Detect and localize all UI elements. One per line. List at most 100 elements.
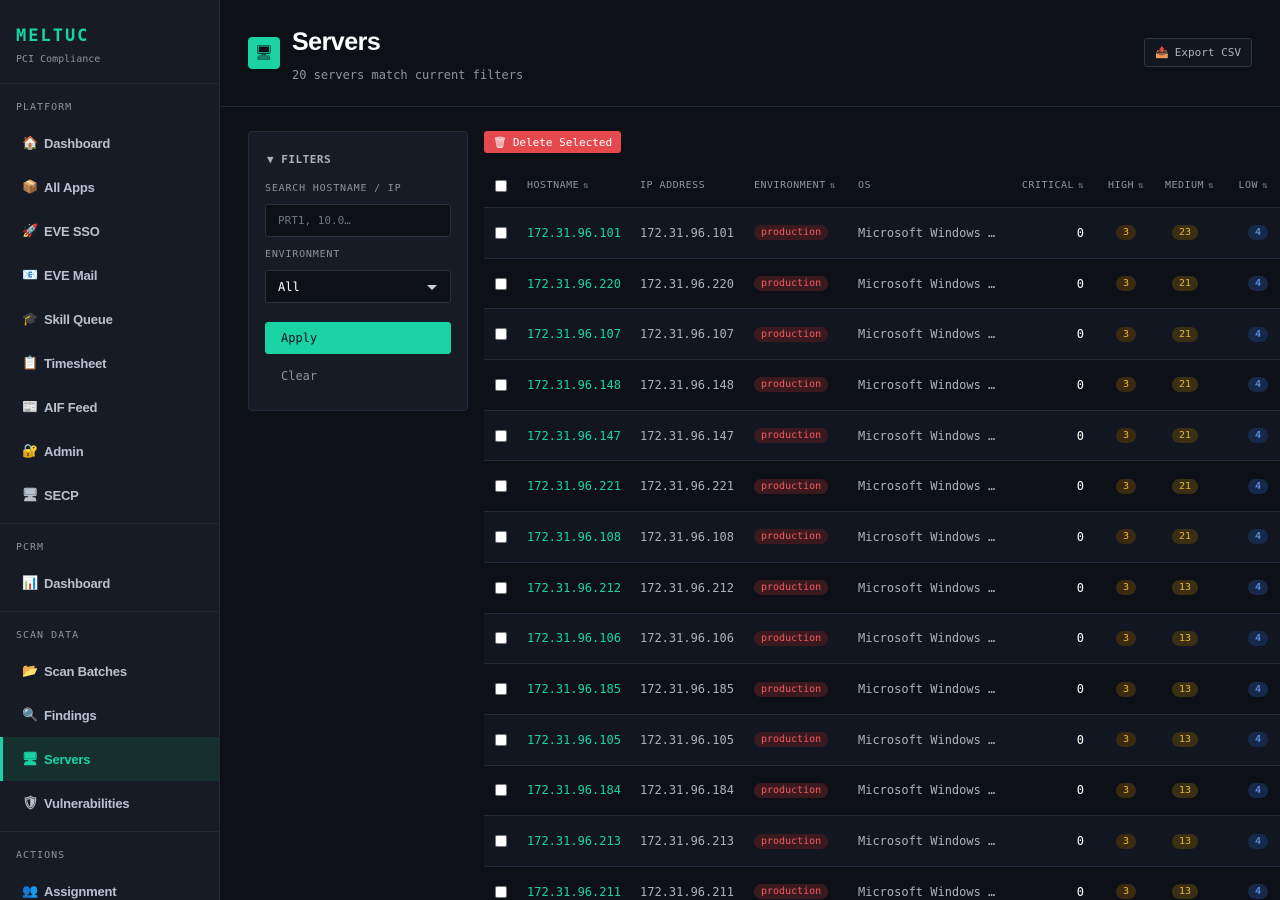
row-checkbox[interactable]	[495, 530, 507, 543]
clear-button[interactable]: Clear	[281, 369, 317, 383]
sidebar-item-label: Scan Batches	[44, 663, 127, 679]
sidebar-item-label: Servers	[44, 751, 91, 767]
sidebar-item-all-apps[interactable]: 📦 All Apps	[0, 165, 219, 209]
table-row[interactable]: 172.31.96.105 172.31.96.105 production M…	[484, 714, 1280, 766]
column-critical[interactable]: CRITICAL ⇅	[994, 164, 1084, 207]
medium-cell: 21	[1154, 411, 1214, 461]
row-checkbox[interactable]	[495, 885, 507, 898]
table-row[interactable]: 172.31.96.101 172.31.96.101 production M…	[484, 208, 1280, 259]
row-checkbox[interactable]	[495, 226, 507, 239]
low-cell: 4	[1224, 816, 1268, 866]
table-row[interactable]: 172.31.96.106 172.31.96.106 production M…	[484, 613, 1280, 665]
column-low[interactable]: LOW ⇅	[1224, 164, 1268, 207]
table-row[interactable]: 172.31.96.108 172.31.96.108 production M…	[484, 512, 1280, 563]
hostname-link[interactable]: 172.31.96.108	[527, 530, 621, 544]
filters-title[interactable]: ▼ FILTERS	[267, 153, 331, 166]
row-checkbox[interactable]	[495, 328, 507, 341]
hostname-link[interactable]: 172.31.96.148	[527, 378, 621, 392]
table-row[interactable]: 172.31.96.184 172.31.96.184 production M…	[484, 766, 1280, 817]
apply-button[interactable]: Apply	[265, 322, 451, 354]
table-row[interactable]: 172.31.96.107 172.31.96.107 production M…	[484, 309, 1280, 361]
environment-cell: production	[754, 360, 829, 410]
row-checkbox[interactable]	[495, 378, 507, 391]
row-checkbox[interactable]	[495, 835, 507, 848]
critical-count: 0	[1076, 884, 1084, 899]
sidebar-item-findings[interactable]: 🔍 Findings	[0, 693, 219, 737]
hostname-link[interactable]: 172.31.96.106	[527, 631, 621, 645]
row-checkbox[interactable]	[495, 683, 507, 696]
export-csv-button[interactable]: 📤 Export CSV	[1144, 38, 1252, 67]
sidebar-item-scan-batches[interactable]: 📂 Scan Batches	[0, 649, 219, 693]
sidebar-item-eve-mail[interactable]: 📧 EVE Mail	[0, 253, 219, 297]
column-high[interactable]: HIGH ⇅	[1094, 164, 1144, 207]
hostname-link[interactable]: 172.31.96.184	[527, 783, 621, 797]
sidebar-item-skill-queue[interactable]: 🎓 Skill Queue	[0, 297, 219, 341]
row-checkbox[interactable]	[495, 480, 507, 493]
critical-cell: 0	[994, 259, 1084, 309]
row-checkbox[interactable]	[495, 733, 507, 746]
sidebar-item-dashboard[interactable]: 🏠 Dashboard	[0, 121, 219, 165]
hostname-link[interactable]: 172.31.96.105	[527, 733, 621, 747]
column-high-label: HIGH	[1107, 180, 1135, 191]
column-medium[interactable]: MEDIUM ⇅	[1154, 164, 1214, 207]
hostname-link[interactable]: 172.31.96.213	[527, 834, 621, 848]
sidebar-item-secp[interactable]: 🖥 SECP	[0, 473, 219, 517]
hostname-link[interactable]: 172.31.96.107	[527, 327, 621, 341]
delete-selected-button[interactable]: 🗑 Delete Selected	[484, 131, 621, 153]
sidebar-item-servers[interactable]: 🖥 Servers	[0, 737, 219, 781]
environment-select[interactable]: All	[265, 270, 451, 303]
hostname-link[interactable]: 172.31.96.220	[527, 277, 621, 291]
ip-address: 172.31.96.184	[640, 783, 734, 798]
brand-name[interactable]: MELTUC	[16, 26, 203, 46]
table-row[interactable]: 172.31.96.147 172.31.96.147 production M…	[484, 410, 1280, 462]
sidebar-item-assignment[interactable]: 👥 Assignment	[0, 869, 219, 900]
hostname-link[interactable]: 172.31.96.211	[527, 885, 621, 899]
column-hostname[interactable]: HOSTNAME ⇅	[527, 164, 589, 207]
sidebar-item-timesheet[interactable]: 📋 Timesheet	[0, 341, 219, 385]
ip-address: 172.31.96.148	[640, 377, 734, 392]
column-environment[interactable]: ENVIRONMENT ⇅	[754, 164, 836, 207]
sidebar-item-aif-feed[interactable]: 📰 AIF Feed	[0, 385, 219, 429]
hostname-cell: 172.31.96.106	[527, 614, 621, 664]
row-checkbox[interactable]	[495, 429, 507, 442]
row-checkbox[interactable]	[495, 277, 507, 290]
hostname-link[interactable]: 172.31.96.101	[527, 226, 621, 240]
table-row[interactable]: 172.31.96.221 172.31.96.221 production M…	[484, 461, 1280, 513]
row-checkbox[interactable]	[495, 581, 507, 594]
search-input[interactable]	[265, 204, 451, 237]
critical-cell: 0	[994, 309, 1084, 359]
row-checkbox[interactable]	[495, 784, 507, 797]
table-row[interactable]: 172.31.96.220 172.31.96.220 production M…	[484, 259, 1280, 310]
low-count-badge: 4	[1247, 276, 1268, 292]
os-name: Microsoft Windows …	[858, 377, 996, 392]
table-row[interactable]: 172.31.96.148 172.31.96.148 production M…	[484, 360, 1280, 411]
table-row[interactable]: 172.31.96.185 172.31.96.185 production M…	[484, 664, 1280, 715]
hostname-link[interactable]: 172.31.96.147	[527, 429, 621, 443]
table-row[interactable]: 172.31.96.213 172.31.96.213 production M…	[484, 816, 1280, 867]
os-name: Microsoft Windows …	[858, 428, 996, 443]
sort-icon: ⇅	[1138, 180, 1144, 191]
low-count-badge: 4	[1247, 884, 1268, 900]
critical-cell: 0	[994, 664, 1084, 714]
sidebar-item-eve-sso[interactable]: 🚀 EVE SSO	[0, 209, 219, 253]
ip-address: 172.31.96.147	[640, 428, 734, 443]
hostname-link[interactable]: 172.31.96.221	[527, 479, 621, 493]
sidebar-item-dashboard[interactable]: 📊 Dashboard	[0, 561, 219, 605]
critical-count: 0	[1076, 580, 1084, 595]
row-select-cell	[495, 614, 507, 664]
hostname-cell: 172.31.96.108	[527, 512, 621, 562]
sidebar-item-label: SECP	[44, 487, 79, 503]
table-row[interactable]: 172.31.96.211 172.31.96.211 production M…	[484, 867, 1280, 900]
low-count-badge: 4	[1247, 326, 1268, 342]
table-row[interactable]: 172.31.96.212 172.31.96.212 production M…	[484, 563, 1280, 614]
critical-cell: 0	[994, 512, 1084, 562]
row-checkbox[interactable]	[495, 632, 507, 645]
column-ip-label: IP ADDRESS	[640, 180, 706, 191]
hostname-link[interactable]: 172.31.96.185	[527, 682, 621, 696]
low-count-badge: 4	[1247, 732, 1268, 748]
hostname-link[interactable]: 172.31.96.212	[527, 581, 621, 595]
sidebar-item-vulnerabilities[interactable]: 🛡 Vulnerabilities	[0, 781, 219, 825]
critical-cell: 0	[994, 360, 1084, 410]
sidebar-item-admin[interactable]: 🔐 Admin	[0, 429, 219, 473]
select-all-checkbox[interactable]	[495, 179, 507, 192]
